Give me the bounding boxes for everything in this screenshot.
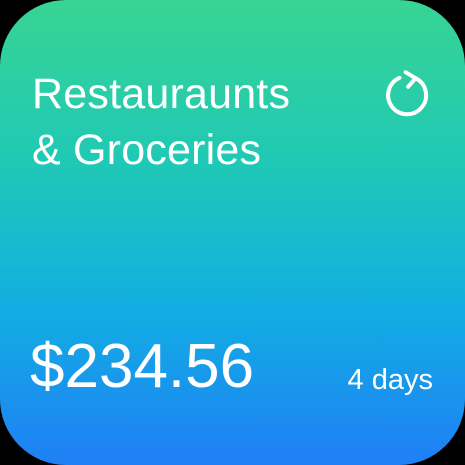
category-title: Restauraunts & Groceries [32,66,352,178]
refresh-icon [386,70,429,117]
time-period-label: 4 days [347,364,433,396]
refresh-button[interactable] [381,68,433,120]
category-title-line-1: Restauraunts [32,70,291,118]
budget-widget[interactable]: Restauraunts & Groceries $234.56 4 days [0,0,465,465]
category-title-line-2: & Groceries [32,126,262,174]
spent-amount: $234.56 [30,332,255,401]
